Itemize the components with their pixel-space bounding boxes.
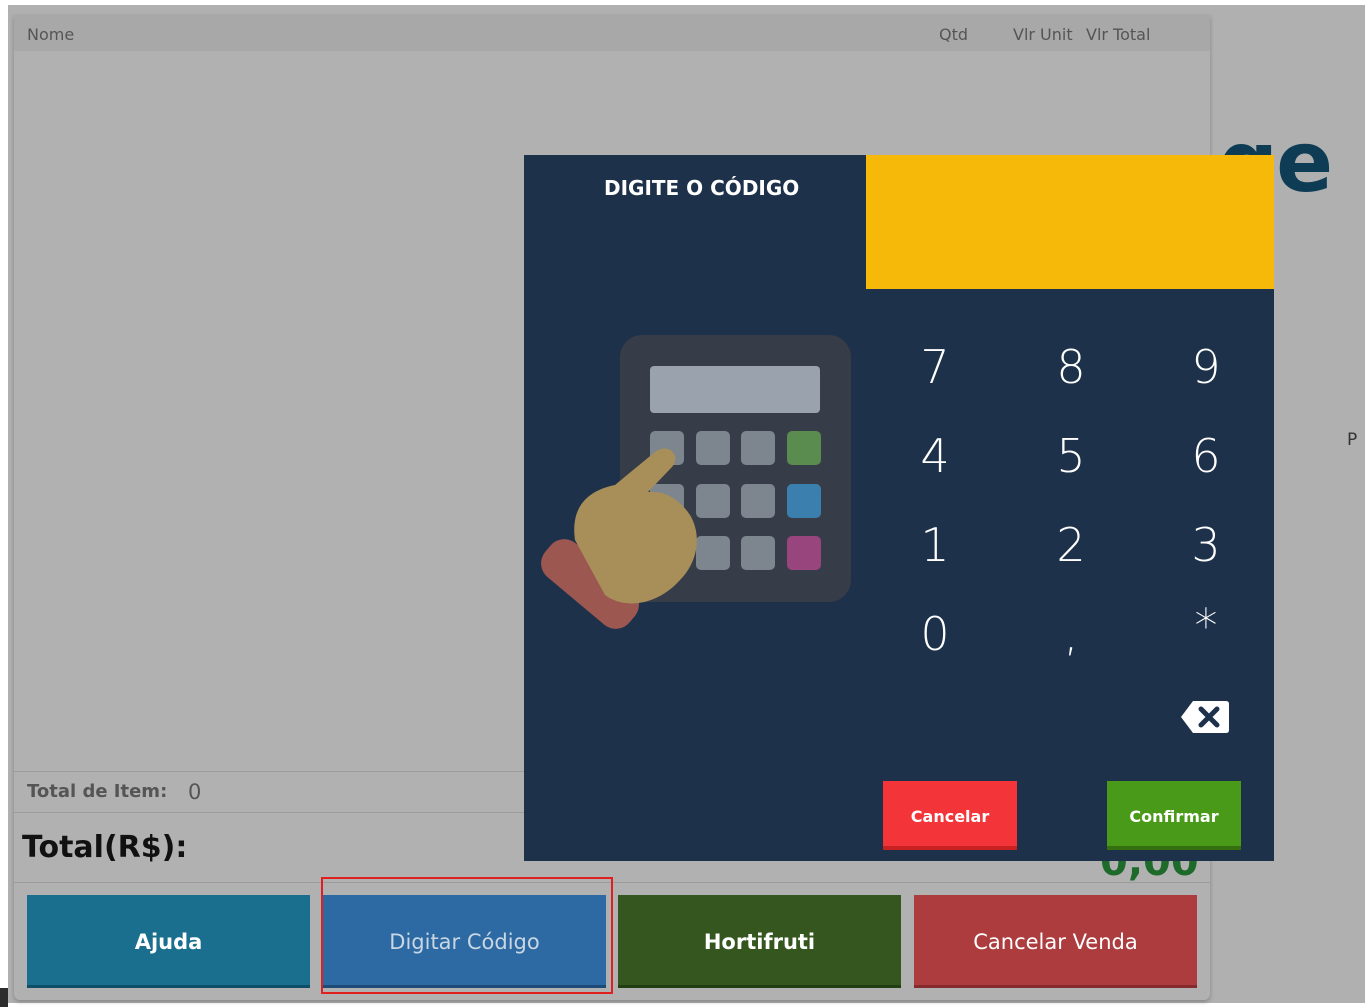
key-2[interactable]: 2 [1026, 522, 1116, 568]
key-9[interactable]: 9 [1161, 344, 1251, 390]
column-qtd: Qtd [939, 25, 969, 44]
taskbar-fragment [0, 988, 8, 1007]
cancel-sale-button[interactable]: Cancelar Venda [914, 895, 1197, 988]
code-input-display[interactable] [866, 155, 1274, 289]
dialog-confirm-button[interactable]: Confirmar [1107, 781, 1241, 850]
key-7[interactable]: 7 [890, 344, 980, 390]
key-1[interactable]: 1 [890, 522, 980, 568]
key-asterisk[interactable]: * [1161, 603, 1251, 649]
column-vlr-unit: Vlr Unit [1013, 25, 1073, 44]
key-comma[interactable]: , [1026, 611, 1116, 657]
column-vlr-total: Vlr Total [1086, 25, 1151, 44]
key-0[interactable]: 0 [890, 611, 980, 657]
dialog-title: DIGITE O CÓDIGO [604, 176, 800, 200]
side-text-fragment: P [1347, 430, 1358, 450]
window-bottom-edge [0, 1003, 1365, 1007]
key-8[interactable]: 8 [1026, 344, 1116, 390]
help-button[interactable]: Ajuda [27, 895, 310, 988]
key-3[interactable]: 3 [1161, 522, 1251, 568]
column-nome: Nome [27, 25, 75, 44]
key-5[interactable]: 5 [1026, 433, 1116, 479]
highlight-box [321, 877, 613, 994]
window-top-edge [0, 0, 1365, 5]
total-items-value: 0 [188, 780, 202, 804]
calculator-hand-icon [541, 335, 851, 629]
backspace-icon[interactable] [1180, 699, 1230, 735]
key-6[interactable]: 6 [1161, 433, 1251, 479]
dialog-cancel-button[interactable]: Cancelar [883, 781, 1017, 850]
total-label: Total(R$): [22, 830, 188, 865]
total-items-label: Total de Item: [27, 781, 168, 802]
key-4[interactable]: 4 [890, 433, 980, 479]
window-left-edge [0, 0, 8, 1007]
hortifruti-button[interactable]: Hortifruti [618, 895, 901, 988]
